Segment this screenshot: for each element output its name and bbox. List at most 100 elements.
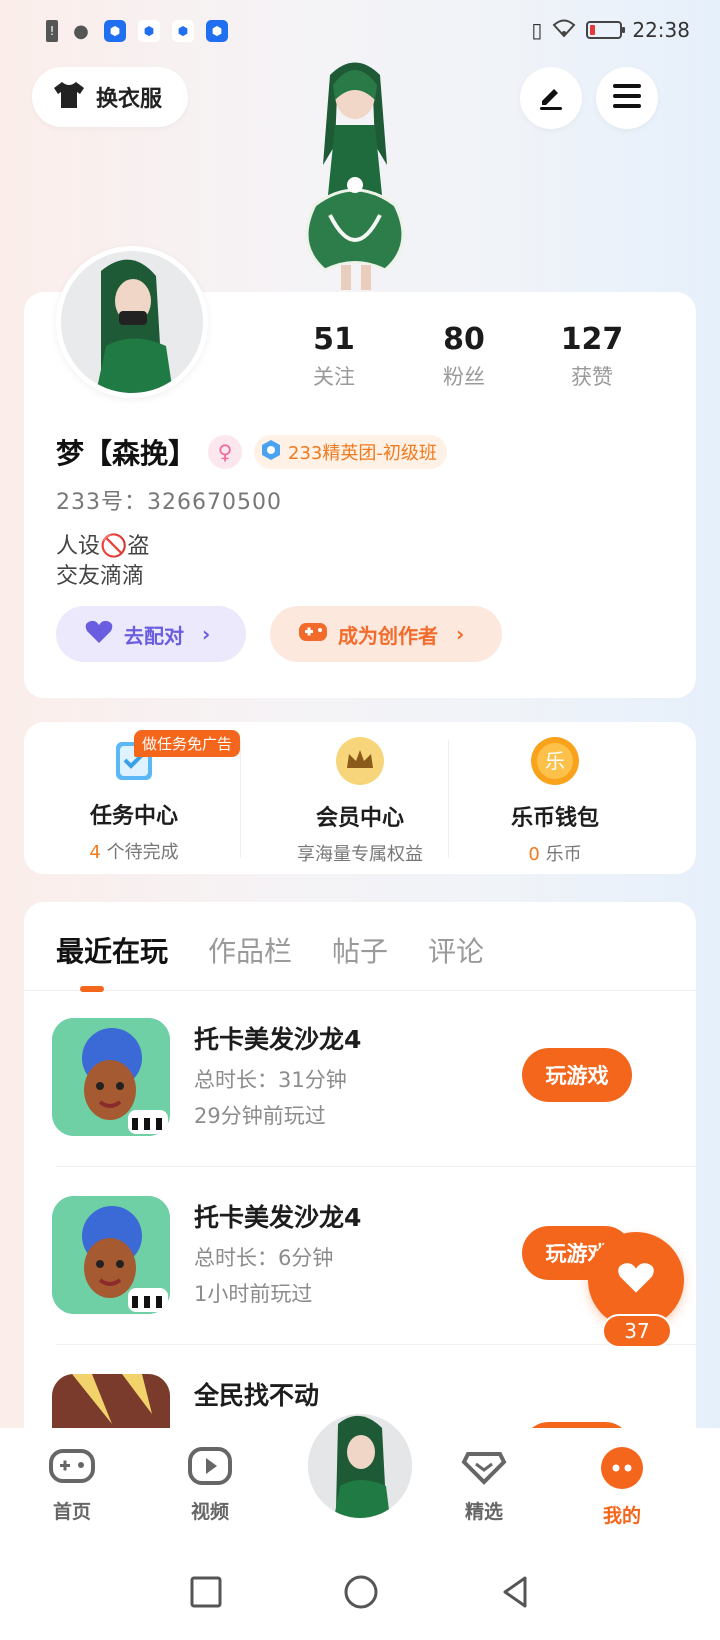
following-count: 51	[313, 322, 355, 357]
pending-text: 个待完成	[100, 842, 179, 863]
following-label: 关注	[313, 365, 355, 389]
likes-label: 获赞	[571, 365, 613, 389]
nav-mine[interactable]: 我的	[572, 1446, 672, 1528]
game-name: 全民找不动	[194, 1381, 320, 1410]
nav-video-label: 视频	[190, 1501, 229, 1523]
match-button[interactable]: 去配对 ›	[56, 606, 246, 662]
stat-likes[interactable]: 127 获赞	[532, 322, 652, 391]
heart-icon	[84, 619, 114, 650]
menu-button[interactable]	[596, 67, 658, 129]
center-avatar-button[interactable]	[302, 1408, 418, 1524]
app-shield-icon: ⬢	[104, 20, 126, 42]
game-duration: 总时长：31分钟	[194, 1068, 347, 1092]
svg-text:乐: 乐	[545, 749, 565, 773]
chevron-right-icon: ›	[456, 622, 465, 646]
team-badge[interactable]: 233精英团-初级班	[254, 435, 447, 469]
nav-home-label: 首页	[52, 1501, 91, 1523]
creator-label: 成为创作者	[338, 623, 438, 648]
tab-comments[interactable]: 评论	[428, 930, 484, 970]
home-circle-icon[interactable]	[343, 1574, 379, 1614]
like-count: 37	[602, 1314, 672, 1348]
divider	[24, 990, 696, 991]
coin-unit: 乐币	[539, 844, 582, 865]
system-nav-bar	[0, 1548, 720, 1640]
back-triangle-icon[interactable]	[499, 1574, 531, 1614]
gamepad-icon	[298, 620, 328, 649]
game-last-played: 1小时前玩过	[194, 1282, 313, 1306]
divider	[56, 1166, 696, 1167]
stat-following[interactable]: 51 关注	[274, 322, 394, 391]
edit-button[interactable]	[520, 67, 582, 129]
likes-count: 127	[560, 322, 624, 357]
wardrobe-label: 换衣服	[96, 87, 163, 112]
gamepad-icon	[48, 1446, 96, 1491]
diamond-icon	[460, 1446, 508, 1491]
app-shield-icon: ⬢	[206, 20, 228, 42]
game-icon	[52, 1018, 170, 1136]
wifi-icon	[552, 18, 576, 42]
bio-line: 人设🚫盗	[56, 534, 150, 559]
nav-mine-label: 我的	[602, 1505, 641, 1527]
task-center-sub: 4 个待完成	[89, 838, 178, 864]
divider	[56, 1344, 696, 1345]
recent-apps-icon[interactable]	[189, 1575, 223, 1613]
tab-recent[interactable]: 最近在玩	[56, 930, 168, 970]
name-row: 梦【森挽】 ♀ 233精英团-初级班	[56, 432, 447, 472]
tab-works[interactable]: 作品栏	[208, 930, 292, 970]
user-bio: 人设🚫盗 交友滴滴	[56, 532, 149, 592]
system-status: ▯ 22:38	[531, 18, 690, 42]
video-icon	[186, 1446, 234, 1491]
nav-featured[interactable]: 精选	[434, 1446, 534, 1524]
vip-center-sub: 享海量专属权益	[297, 844, 423, 865]
shirt-icon	[52, 80, 86, 114]
match-label: 去配对	[124, 623, 184, 648]
edit-icon	[536, 81, 566, 115]
sim-alert-icon: !	[46, 20, 58, 42]
divider	[448, 740, 449, 858]
badge-gem-icon	[260, 439, 282, 466]
user-id: 233号：326670500	[56, 490, 282, 515]
pending-count: 4	[89, 842, 101, 863]
nav-featured-label: 精选	[464, 1501, 503, 1523]
game-row[interactable]: 托卡美发沙龙4 总时长：31分钟 29分钟前玩过 玩游戏	[24, 1018, 664, 1194]
game-last-played: 29分钟前玩过	[194, 1104, 326, 1128]
coin-wallet-sub: 0 乐币	[528, 840, 581, 866]
stat-followers[interactable]: 80 粉丝	[404, 322, 524, 391]
game-icon	[52, 1196, 170, 1314]
game-duration: 总时长：6分钟	[194, 1246, 334, 1270]
vip-center-title: 会员中心	[315, 806, 404, 831]
app-shield-icon: ⬢	[172, 20, 194, 42]
app-shield-icon: ⬢	[138, 20, 160, 42]
nav-home[interactable]: 首页	[22, 1446, 122, 1524]
username: 梦【森挽】	[56, 437, 197, 470]
coin-icon: 乐	[530, 736, 580, 790]
game-name: 托卡美发沙龙4	[194, 1203, 362, 1232]
play-game-button[interactable]: 玩游戏	[522, 1048, 632, 1102]
notification-icons: ! ● ⬢ ⬢ ⬢ ⬢	[46, 20, 228, 42]
menu-icon	[612, 83, 642, 113]
nav-video[interactable]: 视频	[160, 1446, 260, 1524]
wardrobe-button[interactable]: 换衣服	[32, 67, 188, 127]
coin-wallet-title: 乐币钱包	[510, 806, 599, 831]
smile-face-icon	[600, 1446, 644, 1495]
crown-icon	[335, 736, 385, 790]
become-creator-button[interactable]: 成为创作者 ›	[270, 606, 502, 662]
ad-free-tag: 做任务免广告	[134, 730, 241, 757]
heart-icon	[616, 1260, 656, 1300]
tab-posts[interactable]: 帖子	[332, 930, 388, 970]
recent-card: 最近在玩 作品栏 帖子 评论 托卡美发沙龙4 总时长：31分钟 29分钟前玩过 …	[24, 902, 696, 1442]
vibrate-icon: ▯	[531, 18, 543, 42]
task-center-title: 任务中心	[89, 804, 178, 829]
avatar-figure[interactable]	[275, 55, 435, 290]
avatar[interactable]	[56, 246, 208, 398]
followers-count: 80	[443, 322, 485, 357]
female-icon: ♀	[208, 435, 243, 469]
game-name: 托卡美发沙龙4	[194, 1025, 362, 1054]
coin-wallet[interactable]: 乐 乐币钱包 0 乐币	[490, 722, 620, 874]
wechat-icon: ●	[73, 20, 89, 42]
game-row[interactable]: 托卡美发沙龙4 总时长：6分钟 1小时前玩过 玩游戏	[24, 1196, 664, 1372]
vip-center[interactable]: 会员中心 享海量专属权益	[260, 722, 460, 874]
active-tab-indicator	[80, 986, 104, 992]
badge-label: 233精英团-初级班	[288, 443, 437, 464]
services-card: 任务中心 4 个待完成 做任务免广告 会员中心 享海量专属权益 乐 乐币钱包 0…	[24, 722, 696, 874]
